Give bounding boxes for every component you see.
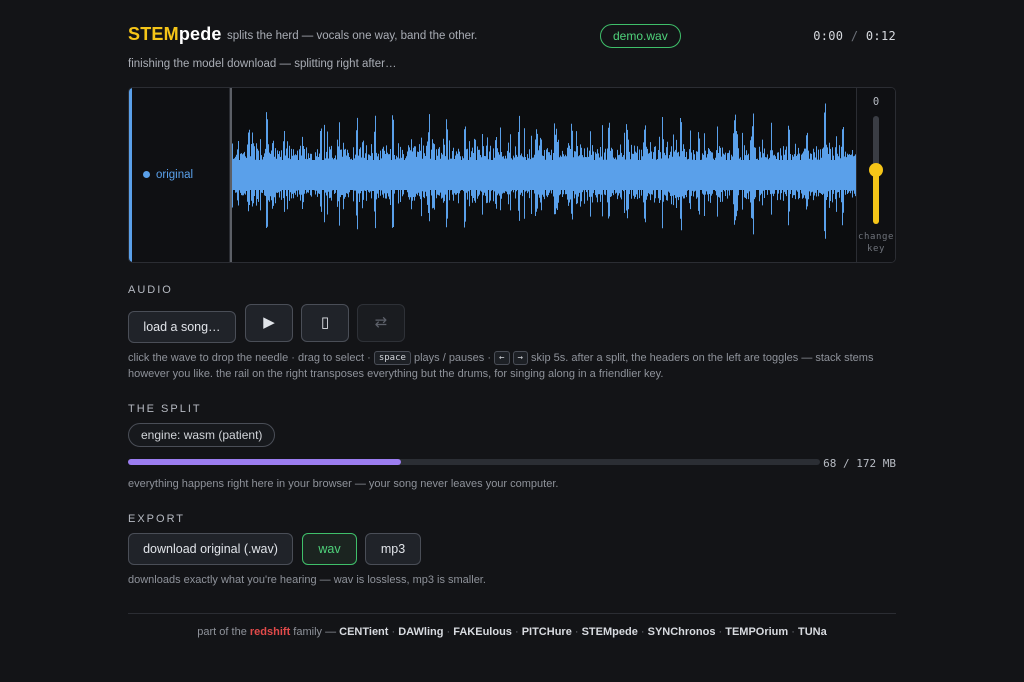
loop-button[interactable]: ⇄: [357, 304, 405, 342]
format-wav-button[interactable]: wav: [302, 533, 357, 565]
app-logo: STEMpede: [128, 24, 222, 45]
status-message: finishing the model download — splitting…: [128, 58, 397, 70]
footer-separator: ·: [571, 626, 582, 638]
footer-separator: ·: [715, 626, 726, 638]
transpose-value: 0: [872, 96, 880, 108]
brand-part-1: STEM: [128, 24, 179, 44]
audio-help-part3: skip 5s. after a split, the headers on t…: [531, 352, 874, 364]
footer-separator: ·: [443, 626, 454, 638]
download-original-button[interactable]: download original (.wav): [128, 533, 293, 565]
key-space: space: [373, 351, 411, 365]
audio-help-part2: plays / pauses ·: [413, 352, 492, 364]
playhead[interactable]: [230, 88, 232, 262]
export-note: downloads exactly what you're hearing — …: [128, 574, 486, 586]
engine-selector[interactable]: engine: wasm (patient): [128, 423, 276, 447]
play-icon: ▶: [263, 314, 275, 331]
time-total: 0:12: [865, 29, 896, 43]
waveform-canvas[interactable]: [230, 88, 856, 262]
download-progress-fill: [128, 459, 402, 465]
audio-section-title: AUDIO: [128, 284, 173, 296]
split-section-title: THE SPLIT: [128, 403, 202, 415]
footer-prefix: part of the: [197, 626, 247, 638]
footer-separator: ·: [637, 626, 648, 638]
transpose-caption: change key: [857, 231, 895, 255]
device-button[interactable]: ▯: [301, 304, 349, 342]
format-mp3-button[interactable]: mp3: [365, 533, 421, 565]
footer-app-link[interactable]: FAKEulous: [453, 626, 512, 638]
key-right: →: [512, 351, 528, 365]
track-header-original[interactable]: original: [129, 88, 230, 262]
file-name-badge: demo.wav: [600, 24, 681, 48]
transpose-rail: 0 change key: [856, 88, 895, 262]
footer-app-link[interactable]: CENTient: [339, 626, 388, 638]
footer-app-link[interactable]: SYNChronos: [648, 626, 716, 638]
audio-help: click the wave to drop the needle · drag…: [128, 350, 896, 382]
footer-separator: ·: [388, 626, 399, 638]
footer-app-link[interactable]: TEMPOrium: [725, 626, 788, 638]
footer: part of the redshift family — CENTient ·…: [128, 626, 896, 638]
loop-icon: ⇄: [374, 314, 388, 331]
transpose-slider-thumb[interactable]: [869, 163, 883, 177]
footer-separator: ·: [788, 626, 798, 638]
download-progress-text: 68 / 172 MB: [823, 457, 896, 470]
footer-app-link[interactable]: STEMpede: [582, 626, 638, 638]
brand-part-2: pede: [178, 24, 222, 44]
header: STEMpede splits the herd — vocals one wa…: [128, 22, 896, 50]
download-progress-bar: [128, 459, 820, 465]
waveform-core: [230, 160, 856, 190]
transpose-caption-line2: key: [866, 244, 886, 254]
transpose-caption-line1: change: [857, 232, 895, 242]
audio-help-part1: click the wave to drop the needle · drag…: [128, 352, 371, 364]
split-note: everything happens right here in your br…: [128, 478, 559, 490]
time-separator: /: [850, 29, 859, 43]
footer-app-link[interactable]: TUNa: [798, 626, 827, 638]
footer-app-link[interactable]: DAWling: [398, 626, 443, 638]
track-color-dot: [143, 171, 150, 178]
footer-family-link[interactable]: redshift: [250, 626, 290, 638]
key-left: ←: [494, 351, 510, 365]
phone-icon: ▯: [320, 314, 330, 331]
track-label: original: [156, 169, 194, 181]
footer-family-suffix: family —: [293, 626, 337, 638]
waveform-panel: original 0 change key: [128, 87, 896, 263]
time-readout: 0:00 / 0:12: [813, 29, 896, 43]
audio-help-line2: however you like. the rail on the right …: [128, 368, 664, 380]
footer-app-list: CENTient · DAWling · FAKEulous · PITCHur…: [339, 626, 827, 638]
footer-separator: ·: [511, 626, 522, 638]
transpose-slider-fill: [873, 170, 879, 224]
footer-app-link[interactable]: PITCHure: [522, 626, 572, 638]
tagline: splits the herd — vocals one way, band t…: [227, 30, 478, 42]
time-current: 0:00: [813, 29, 844, 43]
export-section-title: EXPORT: [128, 513, 186, 525]
play-button[interactable]: ▶: [245, 304, 293, 342]
load-song-button[interactable]: load a song…: [128, 311, 236, 343]
footer-divider: [128, 613, 896, 614]
